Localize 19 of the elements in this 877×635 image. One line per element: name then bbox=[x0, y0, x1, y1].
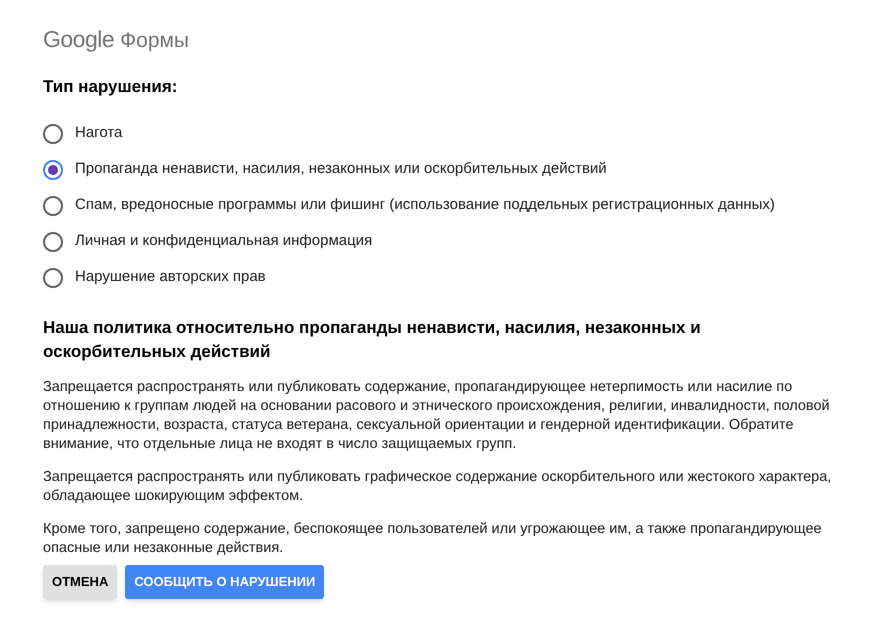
brand-logo-text: Google bbox=[43, 25, 114, 54]
policy-paragraph: Запрещается распространять или публиковать содержание, пропагандирующее нетерпимость или насилие по отношению к группам людей на основании расового и этнического происхождения, религии, инвалидности, половой принадлежности, возраста, статуса ветерана, сексуальной ориентации и гендерной идентификации. Обратите внимание, что отдельные лица не входят в число защищаемых групп. bbox=[43, 378, 831, 454]
product-name: Формы bbox=[120, 28, 190, 54]
cancel-button[interactable]: ОТМЕНА bbox=[43, 564, 118, 598]
radio-option[interactable]: Личная и конфиденциальная информация bbox=[43, 224, 861, 260]
radio-button[interactable] bbox=[43, 124, 63, 144]
radio-option[interactable]: Спам, вредоносные программы или фишинг (использование поддельных регистрационных данных) bbox=[43, 188, 861, 224]
radio-button[interactable] bbox=[43, 196, 63, 216]
question-title: Тип нарушения: bbox=[43, 76, 178, 98]
radio-option[interactable]: Нарушение авторских прав bbox=[43, 260, 861, 296]
policy-title: Наша политика относительно пропаганды ненависти, насилия, незаконных и оскорбительных действий bbox=[43, 316, 702, 362]
policy-paragraph: Запрещается распространять или публиковать графическое содержание оскорбительного или жестокого характера, обладающее шокирующим эффектом. bbox=[43, 468, 832, 506]
radio-option[interactable]: Нагота bbox=[43, 116, 861, 152]
radio-button[interactable] bbox=[43, 268, 63, 288]
radio-button[interactable] bbox=[43, 232, 63, 252]
policy-paragraph: Кроме того, запрещено содержание, беспокоящее пользователей или угрожающее им, а также пропагандирующее опасные или незаконные действия. bbox=[43, 520, 823, 558]
report-button[interactable]: СООБЩИТЬ О НАРУШЕНИИ bbox=[125, 564, 324, 598]
radio-option[interactable]: Пропаганда ненависти, насилия, незаконных или оскорбительных действий bbox=[43, 152, 861, 188]
radio-button[interactable] bbox=[43, 160, 63, 180]
